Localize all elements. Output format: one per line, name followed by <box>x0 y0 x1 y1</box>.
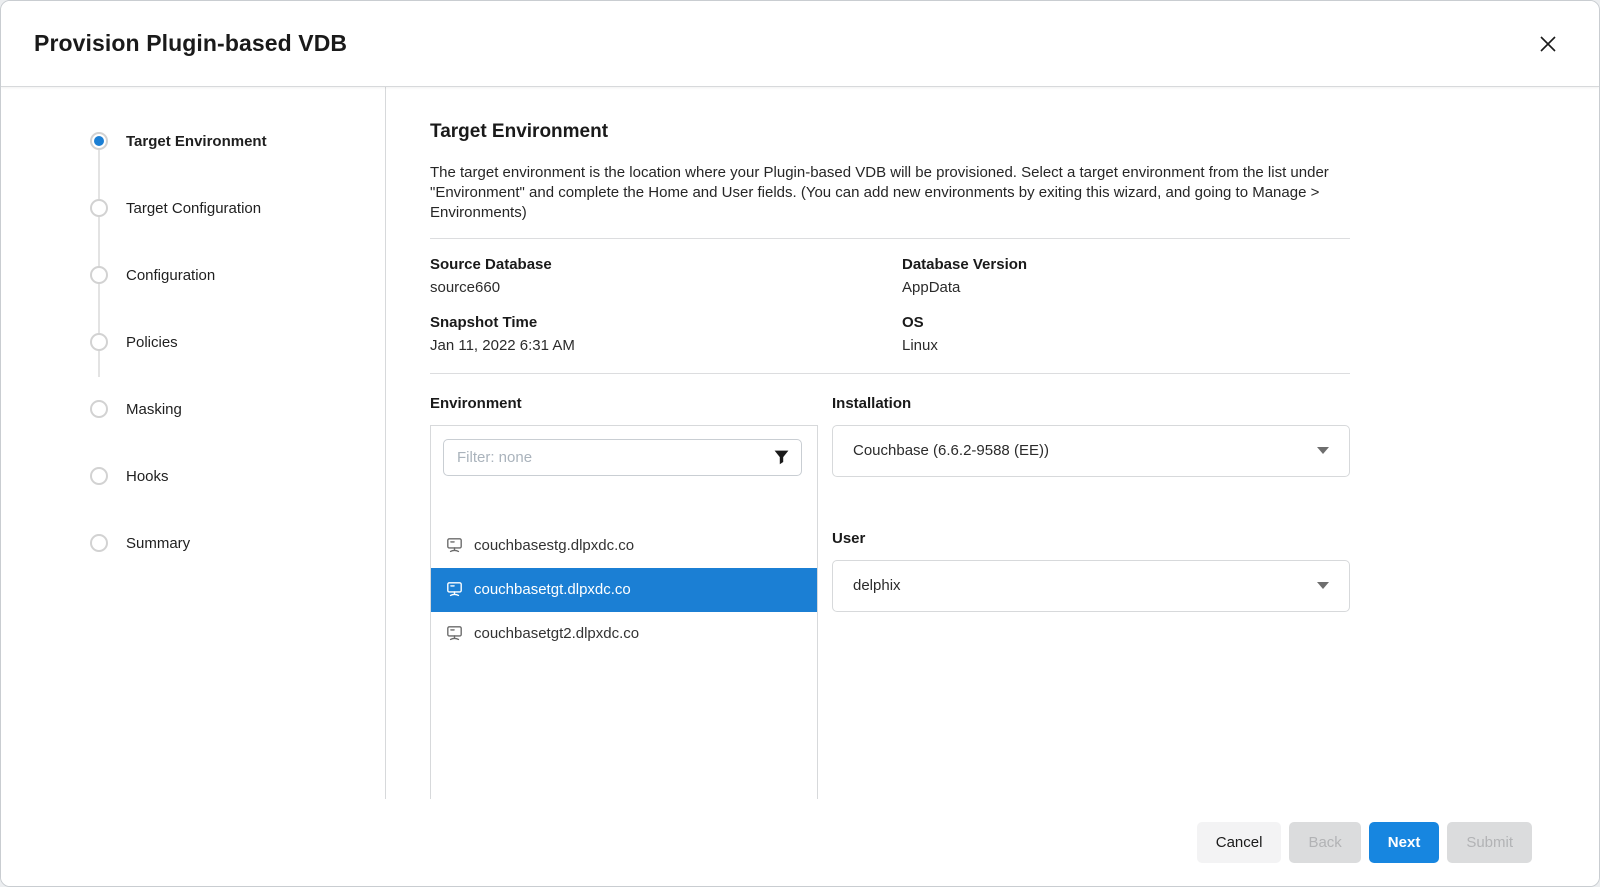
step-target-configuration[interactable]: Target Configuration <box>90 198 385 218</box>
chevron-down-icon <box>1317 582 1329 589</box>
user-select[interactable]: delphix <box>832 560 1350 612</box>
page-description: The target environment is the location w… <box>430 163 1350 223</box>
step-radio-icon <box>90 400 108 418</box>
detail-value: source660 <box>430 279 902 296</box>
step-configuration[interactable]: Configuration <box>90 265 385 285</box>
environment-item-name: couchbasestg.dlpxdc.co <box>474 537 634 554</box>
step-label: Configuration <box>126 267 215 284</box>
main-panel: Target Environment The target environmen… <box>386 87 1599 799</box>
detail-label: OS <box>902 314 1350 331</box>
dialog-header: Provision Plugin-based VDB <box>1 1 1599 87</box>
dialog-footer: Cancel Back Next Submit <box>1 799 1599 886</box>
close-button[interactable] <box>1533 29 1563 59</box>
cancel-button[interactable]: Cancel <box>1197 822 1282 863</box>
environment-filter-input[interactable] <box>443 439 802 476</box>
step-label: Masking <box>126 401 182 418</box>
detail-database-version: Database Version AppData <box>902 256 1350 296</box>
step-radio-icon <box>90 333 108 351</box>
step-radio-icon <box>90 199 108 217</box>
installation-value: Couchbase (6.6.2-9588 (EE)) <box>853 442 1049 459</box>
detail-label: Source Database <box>430 256 902 273</box>
detail-os: OS Linux <box>902 314 1350 354</box>
provision-vdb-dialog: Provision Plugin-based VDB Target Enviro… <box>0 0 1600 887</box>
environment-list: couchbasestg.dlpxdc.co <box>431 524 817 656</box>
environment-item[interactable]: couchbasestg.dlpxdc.co <box>431 524 817 568</box>
detail-value: AppData <box>902 279 1350 296</box>
installation-label: Installation <box>832 395 1350 412</box>
step-label: Target Configuration <box>126 200 261 217</box>
environment-section: Environment <box>430 374 818 799</box>
step-hooks[interactable]: Hooks <box>90 466 385 486</box>
chevron-down-icon <box>1317 447 1329 454</box>
submit-button[interactable]: Submit <box>1447 822 1532 863</box>
environment-item[interactable]: couchbasetgt2.dlpxdc.co <box>431 612 817 656</box>
detail-source-database: Source Database source660 <box>430 256 902 296</box>
wizard-sidebar: Target Environment Target Configuration … <box>1 87 386 799</box>
step-label: Target Environment <box>126 133 267 150</box>
environment-label: Environment <box>430 395 818 412</box>
funnel-icon[interactable] <box>773 449 790 466</box>
detail-value: Jan 11, 2022 6:31 AM <box>430 337 902 354</box>
step-target-environment[interactable]: Target Environment <box>90 131 385 151</box>
environment-item-selected[interactable]: couchbasetgt.dlpxdc.co <box>431 568 817 612</box>
next-button[interactable]: Next <box>1369 822 1440 863</box>
source-details: Source Database source660 Database Versi… <box>430 239 1350 373</box>
environment-list-panel: couchbasestg.dlpxdc.co <box>430 425 818 799</box>
environment-item-name: couchbasetgt.dlpxdc.co <box>474 581 631 598</box>
user-value: delphix <box>853 577 901 594</box>
close-icon <box>1536 32 1560 56</box>
host-icon <box>446 625 463 642</box>
environment-item-name: couchbasetgt2.dlpxdc.co <box>474 625 639 642</box>
dialog-body: Target Environment Target Configuration … <box>1 87 1599 799</box>
step-radio-icon <box>90 534 108 552</box>
step-masking[interactable]: Masking <box>90 399 385 419</box>
detail-label: Snapshot Time <box>430 314 902 331</box>
step-radio-icon <box>90 266 108 284</box>
installation-select[interactable]: Couchbase (6.6.2-9588 (EE)) <box>832 425 1350 477</box>
step-policies[interactable]: Policies <box>90 332 385 352</box>
detail-value: Linux <box>902 337 1350 354</box>
step-label: Hooks <box>126 468 169 485</box>
host-icon <box>446 537 463 554</box>
step-radio-icon <box>90 467 108 485</box>
installation-user-section: Installation Couchbase (6.6.2-9588 (EE))… <box>818 374 1350 799</box>
step-radio-active-icon <box>90 132 108 150</box>
user-label: User <box>832 530 1350 547</box>
step-summary[interactable]: Summary <box>90 533 385 553</box>
back-button[interactable]: Back <box>1289 822 1360 863</box>
wizard-steps: Target Environment Target Configuration … <box>90 131 385 553</box>
step-label: Summary <box>126 535 190 552</box>
host-icon <box>446 581 463 598</box>
detail-label: Database Version <box>902 256 1350 273</box>
detail-snapshot-time: Snapshot Time Jan 11, 2022 6:31 AM <box>430 314 902 354</box>
dialog-title: Provision Plugin-based VDB <box>34 30 347 57</box>
step-label: Policies <box>126 334 178 351</box>
page-title: Target Environment <box>430 121 1350 143</box>
